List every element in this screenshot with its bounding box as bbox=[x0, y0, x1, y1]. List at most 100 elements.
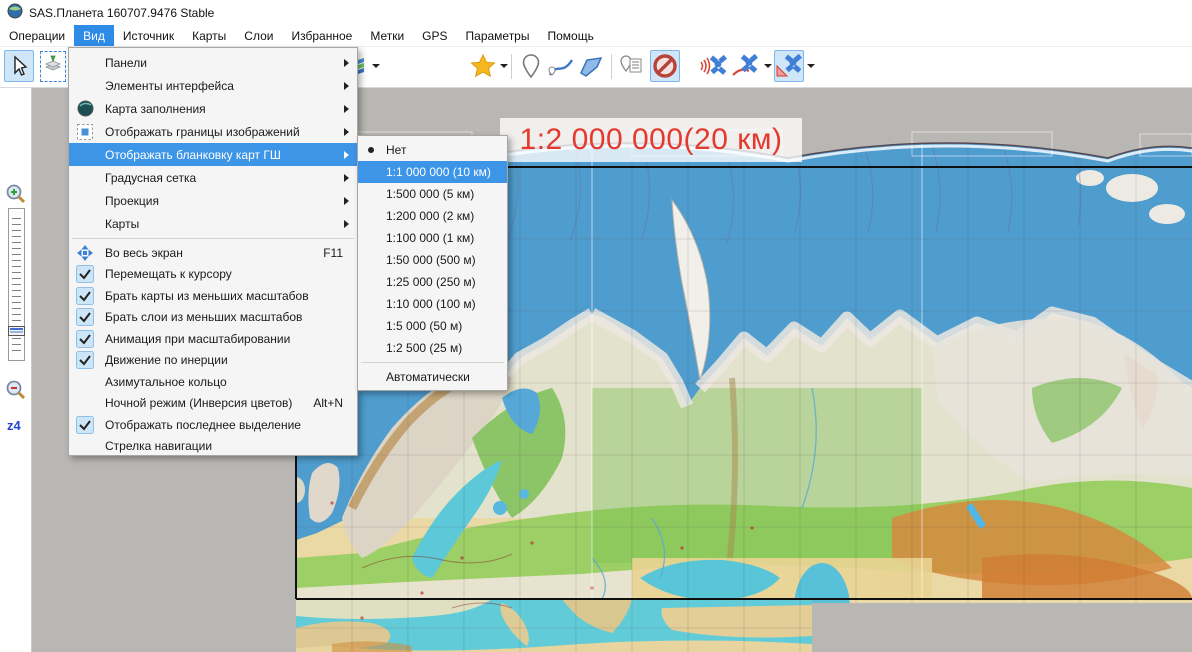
genshtab-scale-submenu: Нет 1:1 000 000 (10 км) 1:500 000 (5 км)… bbox=[357, 135, 508, 391]
checkmark-icon bbox=[75, 264, 95, 284]
placemark-manager-button[interactable] bbox=[616, 50, 646, 82]
title-bar: SAS.Планета 160707.9476 Stable bbox=[0, 0, 1192, 25]
cursor-arrow-icon bbox=[9, 55, 29, 77]
menu-item-show-image-bounds[interactable]: Отображать границы изображений bbox=[69, 120, 357, 143]
submenu-item-1-500000[interactable]: 1:500 000 (5 км) bbox=[358, 183, 507, 205]
menubar-item-settings[interactable]: Параметры bbox=[457, 25, 539, 46]
menubar-item-gps[interactable]: GPS bbox=[413, 25, 456, 46]
submenu-arrow-icon bbox=[344, 151, 349, 159]
menu-item-inertial-movement[interactable]: Движение по инерции bbox=[69, 350, 357, 372]
menu-item-panels[interactable]: Панели bbox=[69, 51, 357, 74]
menu-item-interface-elements[interactable]: Элементы интерфейса bbox=[69, 74, 357, 97]
selection-manager-button[interactable] bbox=[38, 50, 68, 82]
globe-icon bbox=[75, 99, 95, 119]
fullscreen-icon bbox=[75, 243, 95, 263]
menubar-item-favorites[interactable]: Избранное bbox=[282, 25, 361, 46]
submenu-item-none[interactable]: Нет bbox=[358, 139, 507, 161]
satellite-signal-icon bbox=[698, 53, 728, 79]
add-path-button[interactable] bbox=[546, 50, 576, 82]
submenu-item-1-100000[interactable]: 1:100 000 (1 км) bbox=[358, 227, 507, 249]
submenu-item-1-10000[interactable]: 1:10 000 (100 м) bbox=[358, 293, 507, 315]
submenu-arrow-icon bbox=[344, 174, 349, 182]
menubar-item-view[interactable]: Вид bbox=[74, 25, 114, 46]
menu-item-show-genshtab-blanking[interactable]: Отображать бланковку карт ГШ bbox=[69, 143, 357, 166]
menu-item-navigation-arrow[interactable]: Стрелка навигации bbox=[69, 436, 357, 458]
checkmark-icon bbox=[75, 415, 95, 435]
submenu-item-1-200000[interactable]: 1:200 000 (2 км) bbox=[358, 205, 507, 227]
satellite-track-icon bbox=[731, 53, 761, 79]
star-icon bbox=[470, 53, 496, 79]
radio-selected-icon bbox=[368, 147, 374, 153]
submenu-arrow-icon bbox=[344, 197, 349, 205]
checkmark-icon bbox=[75, 329, 95, 349]
window-title: SAS.Планета 160707.9476 Stable bbox=[29, 6, 214, 20]
submenu-item-1-2500[interactable]: 1:2 500 (25 м) bbox=[358, 337, 507, 359]
placemark-list-icon bbox=[618, 53, 644, 79]
layers-stack-icon bbox=[40, 51, 66, 82]
zoom-slider-thumb[interactable] bbox=[8, 326, 25, 336]
satellite-follow-icon bbox=[775, 53, 803, 79]
submenu-arrow-icon bbox=[344, 82, 349, 90]
checkmark-icon bbox=[75, 286, 95, 306]
menu-item-fullscreen[interactable]: Во весь экран F11 bbox=[69, 242, 357, 264]
menu-item-maps-from-smaller-scales[interactable]: Брать карты из меньших масштабов bbox=[69, 285, 357, 307]
path-icon bbox=[547, 54, 575, 78]
menu-item-move-to-cursor[interactable]: Перемещать к курсору bbox=[69, 264, 357, 286]
submenu-item-1-5000[interactable]: 1:5 000 (50 м) bbox=[358, 315, 507, 337]
toolbar-separator bbox=[511, 54, 512, 79]
submenu-item-1-1000000[interactable]: 1:1 000 000 (10 км) bbox=[358, 161, 507, 183]
menu-item-night-mode[interactable]: Ночной режим (Инверсия цветов) Alt+N bbox=[69, 393, 357, 415]
menu-item-zoom-animation[interactable]: Анимация при масштабировании bbox=[69, 328, 357, 350]
gsh-scale-overlay-label: 1:2 000 000(20 км) bbox=[500, 118, 802, 162]
menu-bar: Операции Вид Источник Карты Слои Избранн… bbox=[0, 25, 1192, 47]
submenu-arrow-icon bbox=[344, 105, 349, 113]
gps-follow-dropdown-arrow[interactable] bbox=[807, 64, 815, 68]
view-menu-popup: Панели Элементы интерфейса Карта заполне… bbox=[68, 47, 358, 456]
shortcut-label: F11 bbox=[323, 246, 349, 260]
select-cursor-button[interactable] bbox=[4, 50, 34, 82]
image-bounds-icon bbox=[75, 122, 95, 142]
gps-track-button[interactable] bbox=[731, 50, 761, 82]
toolbar-separator bbox=[611, 54, 612, 79]
gps-connect-button[interactable] bbox=[698, 50, 728, 82]
checkmark-icon bbox=[75, 307, 95, 327]
prohibition-icon bbox=[652, 53, 678, 79]
submenu-arrow-icon bbox=[344, 220, 349, 228]
polygon-icon bbox=[577, 54, 605, 78]
menu-item-maps[interactable]: Карты bbox=[69, 212, 357, 235]
menubar-item-maps[interactable]: Карты bbox=[183, 25, 235, 46]
submenu-arrow-icon bbox=[344, 128, 349, 136]
zoom-level-label: z4 bbox=[7, 418, 21, 433]
menubar-item-marks[interactable]: Метки bbox=[361, 25, 413, 46]
menu-item-azimuth-ring[interactable]: Азимутальное кольцо bbox=[69, 371, 357, 393]
magnifier-minus-icon bbox=[5, 379, 27, 401]
zoom-panel: z4 bbox=[0, 88, 32, 652]
gps-follow-button[interactable] bbox=[774, 50, 804, 82]
placemark-icon bbox=[520, 53, 542, 79]
zoom-in-button[interactable] bbox=[4, 182, 28, 206]
menu-item-degree-grid[interactable]: Градусная сетка bbox=[69, 166, 357, 189]
menu-item-projection[interactable]: Проекция bbox=[69, 189, 357, 212]
add-polygon-button[interactable] bbox=[576, 50, 606, 82]
partial-dropdown-arrow[interactable] bbox=[372, 64, 380, 68]
submenu-item-automatic[interactable]: Автоматически bbox=[358, 366, 507, 388]
favorites-dropdown-arrow[interactable] bbox=[500, 64, 508, 68]
gps-track-dropdown-arrow[interactable] bbox=[764, 64, 772, 68]
submenu-arrow-icon bbox=[344, 59, 349, 67]
zoom-slider[interactable] bbox=[8, 208, 25, 361]
menubar-item-help[interactable]: Помощь bbox=[538, 25, 602, 46]
menu-item-layers-from-smaller-scales[interactable]: Брать слои из меньших масштабов bbox=[69, 307, 357, 329]
menubar-item-operations[interactable]: Операции bbox=[0, 25, 74, 46]
menu-item-show-last-selection[interactable]: Отображать последнее выделение bbox=[69, 414, 357, 436]
add-placemark-button[interactable] bbox=[516, 50, 546, 82]
hide-marks-button[interactable] bbox=[650, 50, 680, 82]
submenu-item-1-25000[interactable]: 1:25 000 (250 м) bbox=[358, 271, 507, 293]
menu-separator bbox=[72, 238, 354, 239]
menu-separator bbox=[361, 362, 504, 363]
menubar-item-source[interactable]: Источник bbox=[114, 25, 183, 46]
favorites-button[interactable] bbox=[468, 50, 498, 82]
menubar-item-layers[interactable]: Слои bbox=[235, 25, 282, 46]
menu-item-fill-map[interactable]: Карта заполнения bbox=[69, 97, 357, 120]
submenu-item-1-50000[interactable]: 1:50 000 (500 м) bbox=[358, 249, 507, 271]
zoom-out-button[interactable] bbox=[4, 378, 28, 402]
